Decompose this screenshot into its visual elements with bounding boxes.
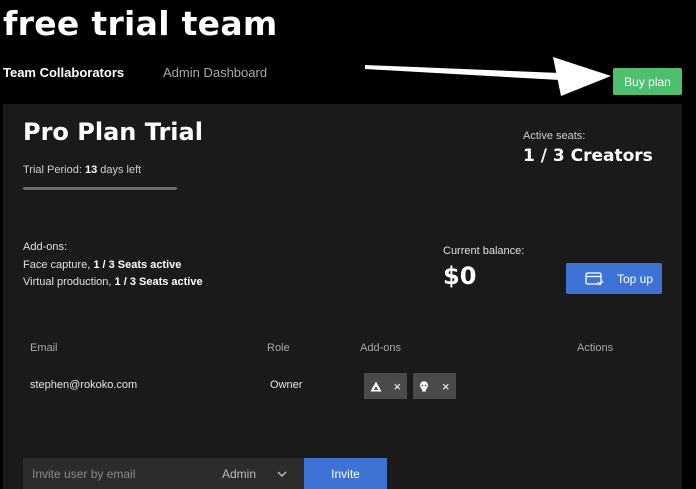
addons-summary: Add-ons: Face capture, 1 / 3 Seats activ…: [23, 239, 203, 292]
column-header-email: Email: [30, 342, 58, 354]
addon-face-capture: Face capture, 1 / 3 Seats active: [23, 257, 203, 275]
trial-days: 13: [84, 164, 98, 176]
role-select-value: Admin: [222, 466, 257, 481]
page-title: free trial team: [3, 4, 278, 43]
plan-title: Pro Plan Trial: [23, 118, 203, 146]
trial-suffix: days left: [100, 164, 142, 176]
addon-label: Face capture,: [23, 258, 91, 271]
addon-chip-virtual-production: ×: [364, 373, 407, 399]
invite-email-input[interactable]: [23, 458, 203, 489]
top-up-button[interactable]: Top up: [566, 263, 662, 294]
addon-value: 1 / 3 Seats active: [93, 258, 182, 271]
invite-bar: Admin: [23, 458, 304, 489]
trial-period: Trial Period: 13 days left: [23, 164, 141, 176]
addon-label: Virtual production,: [23, 276, 112, 288]
face-capture-icon: [419, 380, 429, 392]
trial-progress-bar: [23, 187, 177, 190]
column-header-role: Role: [267, 342, 290, 354]
addon-value: 1 / 3 Seats active: [114, 276, 203, 288]
column-header-addons: Add-ons: [360, 342, 401, 354]
remove-addon-icon[interactable]: ×: [442, 380, 450, 393]
invite-role-select[interactable]: Admin: [222, 458, 297, 489]
virtual-production-icon: [370, 381, 382, 392]
tab-team-collaborators[interactable]: Team Collaborators: [3, 65, 124, 80]
remove-addon-icon[interactable]: ×: [394, 380, 402, 393]
addons-title: Add-ons:: [23, 241, 68, 253]
chevron-down-icon: [277, 471, 287, 477]
active-seats-label: Active seats:: [523, 130, 586, 142]
credit-card-icon: [585, 271, 604, 286]
row-role: Owner: [270, 379, 303, 391]
plan-panel: Pro Plan Trial Trial Period: 13 days lef…: [3, 104, 682, 489]
tab-admin-dashboard[interactable]: Admin Dashboard: [163, 65, 267, 80]
addon-chip-face-capture: ×: [413, 373, 456, 399]
balance-value: $0: [443, 262, 477, 290]
balance-label: Current balance:: [443, 245, 525, 257]
column-header-actions: Actions: [577, 342, 614, 354]
trial-label: Trial Period:: [23, 164, 82, 176]
active-seats-value: 1 / 3 Creators: [523, 146, 653, 166]
invite-button[interactable]: Invite: [304, 458, 387, 489]
pointer-arrow-icon: [365, 57, 611, 96]
addon-virtual-production: Virtual production, 1 / 3 Seats active: [23, 274, 203, 292]
top-up-label: Top up: [617, 271, 654, 286]
buy-plan-button[interactable]: Buy plan: [613, 68, 682, 95]
row-email: stephen@rokoko.com: [30, 379, 138, 391]
trial-progress-fill: [23, 187, 177, 190]
